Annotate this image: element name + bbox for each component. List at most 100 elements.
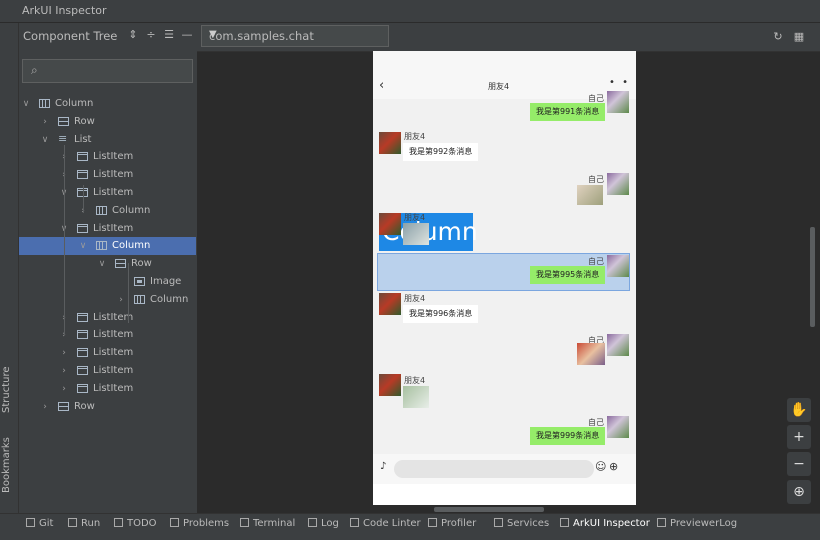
tree-search-input[interactable]: ⌕: [22, 59, 193, 83]
chevron-right-icon[interactable]: ›: [40, 113, 50, 131]
tree-node[interactable]: ∨ Column: [19, 237, 196, 256]
services-icon: [494, 518, 503, 527]
back-icon[interactable]: ‹: [379, 78, 384, 93]
minimize-icon[interactable]: —: [181, 29, 193, 41]
listitem-icon: [77, 223, 88, 233]
chevron-down-icon[interactable]: ∨: [78, 237, 88, 255]
tree-node[interactable]: ›ListItem: [19, 148, 196, 166]
tree-node[interactable]: ›ListItem: [19, 166, 196, 184]
message-image: [577, 185, 603, 205]
tab-services[interactable]: Services: [494, 518, 549, 529]
listitem-icon: [77, 170, 88, 180]
tree-node[interactable]: ∨ Row: [19, 255, 196, 273]
tree-node[interactable]: › Row: [19, 113, 196, 131]
tree-node[interactable]: ›ListItem: [19, 362, 196, 380]
tree-node-label: ListItem: [93, 169, 134, 181]
tree-node[interactable]: › ListItem: [19, 380, 196, 398]
tab-todo[interactable]: TODO: [114, 518, 157, 529]
more-icon[interactable]: • •: [609, 77, 630, 88]
tree-node[interactable]: ∨ Column: [19, 95, 196, 113]
message-input[interactable]: [394, 460, 594, 478]
chevron-right-icon[interactable]: ›: [59, 380, 69, 398]
tree-node[interactable]: ∨ListItem: [19, 184, 196, 202]
zoom-out-icon[interactable]: −: [787, 452, 811, 476]
chevron-right-icon[interactable]: ›: [40, 398, 50, 416]
app-selector-dropdown[interactable]: com.samples.chat ▼: [201, 25, 389, 47]
emoji-icon[interactable]: ☺: [595, 460, 606, 473]
chevron-right-icon[interactable]: ›: [59, 362, 69, 380]
avatar: [607, 255, 629, 277]
tab-label: Log: [321, 518, 339, 529]
collapse-all-icon[interactable]: ÷: [145, 29, 157, 41]
profiler-icon: [428, 518, 437, 527]
avatar: [607, 91, 629, 113]
tree-guide-line: [83, 185, 84, 213]
tree-node[interactable]: ›ListItem: [19, 309, 196, 327]
tree-node[interactable]: ∨ List: [19, 130, 196, 149]
sender-name: 自己: [588, 175, 604, 184]
bookmarks-tab[interactable]: Bookmarks: [1, 437, 12, 493]
tree-node-label: Row: [131, 258, 152, 270]
chevron-right-icon[interactable]: ›: [59, 344, 69, 362]
tree-node[interactable]: ›Column: [19, 202, 196, 220]
pan-hand-icon[interactable]: ✋: [787, 398, 811, 422]
tab-arkui-inspector[interactable]: ArkUI Inspector: [560, 518, 650, 529]
row-icon: [115, 259, 126, 269]
zoom-in-icon[interactable]: +: [787, 425, 811, 449]
vertical-scrollbar[interactable]: [810, 227, 815, 327]
chevron-down-icon[interactable]: ∨: [21, 95, 31, 113]
sender-name: 朋友4: [404, 376, 426, 385]
tab-terminal[interactable]: Terminal: [240, 518, 295, 529]
tab-profiler[interactable]: Profiler: [428, 518, 476, 529]
tree-node-label: Row: [74, 400, 95, 412]
list-view-icon[interactable]: ☰: [163, 29, 175, 41]
tab-previewerlog[interactable]: PreviewerLog: [657, 518, 737, 529]
message-bubble: 我是第992条消息: [403, 143, 479, 161]
expand-all-icon[interactable]: ⇕: [127, 29, 139, 41]
sender-name: 朋友4: [404, 132, 426, 141]
message-image: [403, 223, 429, 245]
tab-code-linter[interactable]: Code Linter: [350, 518, 421, 529]
tab-label: TODO: [127, 518, 157, 529]
message-bubble: 我是第995条消息: [530, 266, 606, 284]
chat-title: 朋友4: [488, 82, 510, 91]
device-preview: ‹ 朋友4 • • 自己 我是第991条消息 朋友4 我是第992条消息 自己 …: [373, 51, 636, 505]
add-icon[interactable]: ⊕: [609, 460, 618, 473]
tree-node-label: ListItem: [93, 347, 134, 359]
horizontal-scrollbar[interactable]: [434, 507, 544, 512]
tab-log[interactable]: Log: [308, 518, 339, 529]
left-tool-strip: Structure Bookmarks: [0, 23, 19, 513]
column-icon: [96, 205, 107, 215]
tab-label: Services: [507, 518, 550, 529]
tab-git[interactable]: Git: [26, 518, 53, 529]
layout-grid-icon[interactable]: ▦: [793, 31, 805, 43]
chevron-down-icon[interactable]: ∨: [97, 255, 107, 273]
tree-node[interactable]: › Row: [19, 398, 196, 416]
tree-node[interactable]: Image: [19, 273, 196, 291]
locate-icon[interactable]: ⊕: [787, 480, 811, 504]
chevron-down-icon[interactable]: ∨: [40, 131, 50, 149]
refresh-icon[interactable]: ↻: [772, 31, 784, 43]
todo-icon: [114, 518, 123, 527]
avatar: [379, 132, 401, 154]
listitem-icon: [77, 312, 88, 322]
tree-node[interactable]: ›ListItem: [19, 326, 196, 344]
column-icon: [96, 241, 107, 251]
structure-tab[interactable]: Structure: [1, 366, 12, 413]
tab-run[interactable]: Run: [68, 518, 100, 529]
tree-node[interactable]: ∨ListItem: [19, 220, 196, 238]
tab-label: Terminal: [253, 518, 296, 529]
run-icon: [68, 518, 77, 527]
tree-node[interactable]: › ListItem: [19, 344, 196, 362]
tab-label: Problems: [183, 518, 230, 529]
chevron-right-icon[interactable]: ›: [116, 291, 126, 309]
microphone-icon[interactable]: ♪: [380, 461, 386, 472]
tree-node-label: ListItem: [93, 382, 134, 394]
tree-node[interactable]: ›Column: [19, 291, 196, 309]
tree-node-label: ListItem: [93, 187, 134, 198]
tab-label: Code Linter: [363, 518, 421, 529]
tab-problems[interactable]: Problems: [170, 518, 229, 529]
tree-guide-line: [64, 145, 65, 335]
listitem-icon: [77, 330, 88, 340]
tree-node-label: ListItem: [93, 151, 134, 163]
